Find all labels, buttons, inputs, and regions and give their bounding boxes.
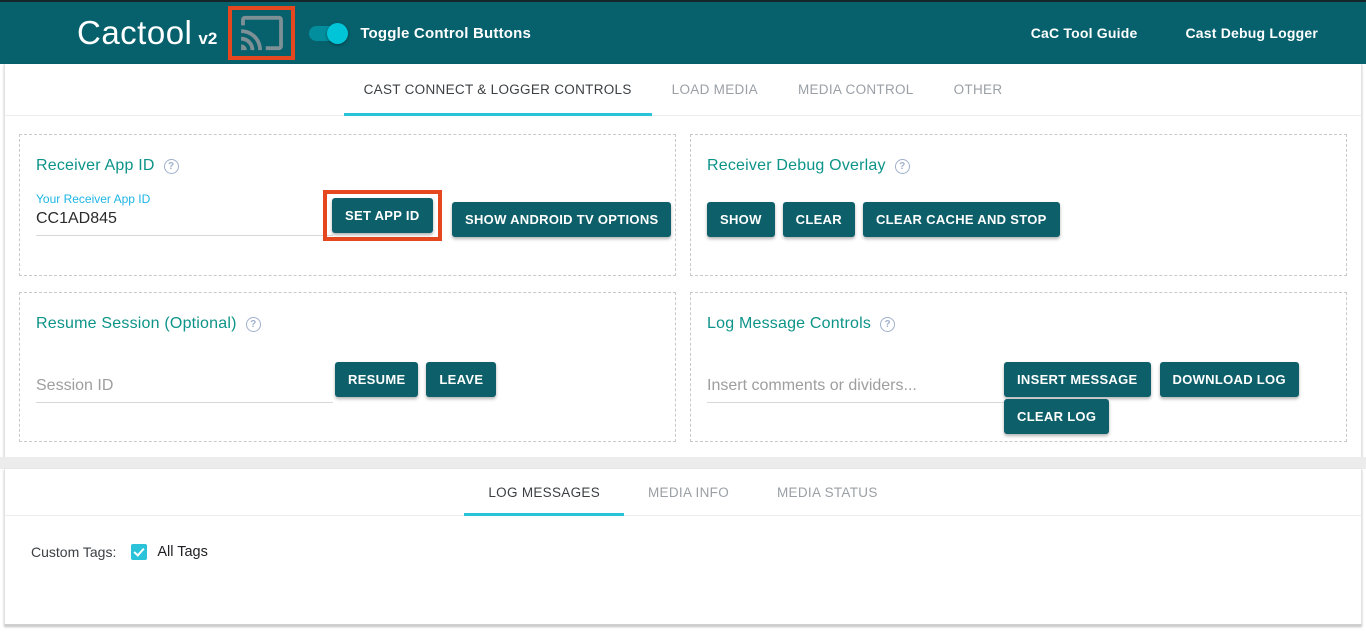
panel-title: Receiver App ID [36,157,155,175]
tab-other[interactable]: OTHER [934,64,1023,115]
panels-grid: Receiver App ID ? Your Receiver App ID S… [5,116,1361,457]
log-tab-bar: LOG MESSAGES MEDIA INFO MEDIA STATUS [5,469,1361,516]
controls-card: CAST CONNECT & LOGGER CONTROLS LOAD MEDI… [4,64,1362,457]
app-header: Cactool v2 Toggle Control Buttons CaC To… [0,2,1366,64]
help-icon[interactable]: ? [880,317,895,332]
help-icon[interactable]: ? [895,159,910,174]
show-android-tv-options-button[interactable]: SHOW ANDROID TV OPTIONS [452,202,671,237]
set-app-id-button[interactable]: SET APP ID [332,198,433,233]
panel-receiver-app-id: Receiver App ID ? Your Receiver App ID S… [19,134,676,276]
clear-log-button[interactable]: CLEAR LOG [1004,399,1109,434]
resume-button[interactable]: RESUME [335,362,418,397]
custom-tags-label: Custom Tags: [31,544,116,560]
download-log-button[interactable]: DOWNLOAD LOG [1160,362,1299,397]
cast-icon[interactable] [239,14,285,52]
all-tags-checkbox[interactable] [131,544,147,560]
panel-title: Log Message Controls [707,315,871,333]
tab-media-info[interactable]: MEDIA INFO [624,469,753,515]
highlight-box-set-app-id: SET APP ID [323,190,442,241]
highlight-box-cast [228,6,295,60]
overlay-show-button[interactable]: SHOW [707,202,775,237]
log-comment-input[interactable] [707,375,1004,403]
toggle-label: Toggle Control Buttons [360,25,531,42]
custom-tags-row: Custom Tags: All Tags [5,516,1361,560]
help-icon[interactable]: ? [246,317,261,332]
leave-button[interactable]: LEAVE [426,362,496,397]
tab-media-status[interactable]: MEDIA STATUS [753,469,902,515]
panel-log-message-controls: Log Message Controls ? INSERT MESSAGE DO… [690,292,1347,442]
overlay-clear-button[interactable]: CLEAR [783,202,855,237]
receiver-app-id-input-label: Your Receiver App ID [36,192,333,206]
help-icon[interactable]: ? [164,159,179,174]
clear-cache-and-stop-button[interactable]: CLEAR CACHE AND STOP [863,202,1060,237]
insert-message-button[interactable]: INSERT MESSAGE [1004,362,1151,397]
panel-title: Resume Session (Optional) [36,315,237,333]
app-title: Cactool [77,14,192,52]
receiver-app-id-input[interactable] [36,208,333,236]
header-links: CaC Tool Guide Cast Debug Logger [1031,25,1318,41]
session-id-input[interactable] [36,375,333,403]
tab-load-media[interactable]: LOAD MEDIA [652,64,778,115]
link-cast-debug-logger[interactable]: Cast Debug Logger [1185,25,1318,41]
panel-resume-session: Resume Session (Optional) ? RESUME LEAVE [19,292,676,442]
log-card: LOG MESSAGES MEDIA INFO MEDIA STATUS Cus… [4,469,1362,626]
panel-receiver-debug-overlay: Receiver Debug Overlay ? SHOW CLEAR CLEA… [690,134,1347,276]
toggle-thumb [327,23,348,44]
main-tab-bar: CAST CONNECT & LOGGER CONTROLS LOAD MEDI… [5,64,1361,116]
panel-title: Receiver Debug Overlay [707,157,886,175]
app-brand: Cactool v2 [77,14,217,52]
tab-log-messages[interactable]: LOG MESSAGES [464,469,624,515]
all-tags-label: All Tags [157,544,208,560]
app-version: v2 [198,29,217,49]
tab-media-control[interactable]: MEDIA CONTROL [778,64,934,115]
tab-cast-connect-logger-controls[interactable]: CAST CONNECT & LOGGER CONTROLS [344,64,652,115]
control-buttons-toggle[interactable] [309,26,346,41]
link-cac-tool-guide[interactable]: CaC Tool Guide [1031,25,1138,41]
section-divider [0,457,1366,469]
